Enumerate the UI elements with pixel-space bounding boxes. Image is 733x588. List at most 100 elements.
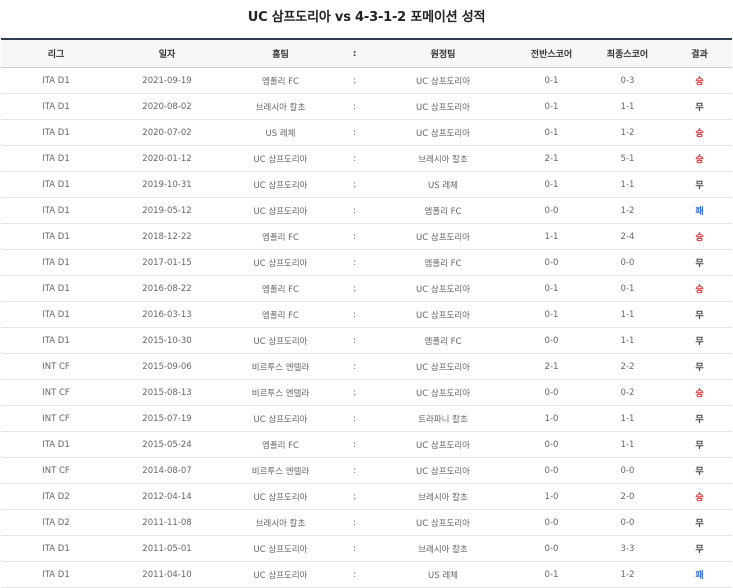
cell-away-team: 브레시아 칼초 xyxy=(371,483,515,510)
cell-half-score: 0-0 xyxy=(515,431,588,458)
cell-date: 2015-09-06 xyxy=(111,353,223,380)
header-result: 결과 xyxy=(667,39,732,68)
table-row: ITA D1 2011-05-01 UC 삼프도리아: 브레시아 칼초 0-0 3-3 무 xyxy=(1,535,732,562)
cell-home-team: 비르투스 엔텔라 xyxy=(223,457,338,484)
cell-result: 무 xyxy=(667,509,732,536)
table-header: 리그 일자 홈팀 : 원정팀 전반스코어 최종스코어 결과 xyxy=(1,39,732,68)
cell-league: ITA D1 xyxy=(1,119,111,146)
cell-result: 패 xyxy=(667,197,732,224)
cell-date: 2015-07-19 xyxy=(111,405,223,432)
table-row: ITA D1 2011-04-10 UC 삼프도리아: US 레체 0-1 1-2 패 xyxy=(1,561,732,588)
cell-date: 2011-05-01 xyxy=(111,535,223,562)
cell-home-team: UC 삼프도리아 xyxy=(223,171,338,198)
cell-league: ITA D1 xyxy=(1,535,111,562)
cell-separator: : xyxy=(338,457,371,484)
table-row: ITA D1 2020-08-02 브레시아 칼초: UC 삼프도리아 0-1 1-1 무 xyxy=(1,93,732,120)
table-row: ITA D1 2016-03-13 엠폴리 FC: UC 삼프도리아 0-1 1-1 무 xyxy=(1,301,732,328)
cell-date: 2016-08-22 xyxy=(111,275,223,302)
table-row: ITA D1 2016-08-22 엠폴리 FC: UC 삼프도리아 0-1 0-1 승 xyxy=(1,275,732,302)
table-row: ITA D1 2020-01-12 UC 삼프도리아: 브레시아 칼초 2-1 5-1 승 xyxy=(1,145,732,172)
cell-half-score: 0-0 xyxy=(515,249,588,276)
cell-final-score: 0-2 xyxy=(588,379,667,406)
cell-league: ITA D1 xyxy=(1,561,111,588)
cell-half-score: 0-1 xyxy=(515,67,588,94)
cell-away-team: UC 삼프도리아 xyxy=(371,119,515,146)
header-final-score: 최종스코어 xyxy=(588,39,667,68)
cell-separator: : xyxy=(338,171,371,198)
cell-result: 무 xyxy=(667,353,732,380)
cell-half-score: 1-0 xyxy=(515,483,588,510)
cell-league: ITA D2 xyxy=(1,483,111,510)
cell-away-team: UC 삼프도리아 xyxy=(371,301,515,328)
cell-final-score: 0-0 xyxy=(588,249,667,276)
cell-half-score: 0-0 xyxy=(515,535,588,562)
cell-date: 2011-04-10 xyxy=(111,561,223,588)
cell-result: 패 xyxy=(667,561,732,588)
table-row: ITA D1 2021-09-19 엠폴리 FC: UC 삼프도리아 0-1 0-3 승 xyxy=(1,67,732,94)
cell-league: ITA D1 xyxy=(1,67,111,94)
cell-away-team: US 레체 xyxy=(371,171,515,198)
results-table: 리그 일자 홈팀 : 원정팀 전반스코어 최종스코어 결과 ITA D1 2021… xyxy=(1,38,732,588)
cell-result: 무 xyxy=(667,93,732,120)
cell-separator: : xyxy=(338,483,371,510)
cell-result: 승 xyxy=(667,67,732,94)
cell-league: ITA D1 xyxy=(1,249,111,276)
cell-half-score: 0-1 xyxy=(515,93,588,120)
cell-home-team: 엠폴리 FC xyxy=(223,275,338,302)
cell-half-score: 0-0 xyxy=(515,509,588,536)
cell-date: 2015-10-30 xyxy=(111,327,223,354)
header-date: 일자 xyxy=(111,39,223,68)
table-row: ITA D1 2019-05-12 UC 삼프도리아: 엠폴리 FC 0-0 1-2 패 xyxy=(1,197,732,224)
cell-league: INT CF xyxy=(1,457,111,484)
cell-result: 무 xyxy=(667,535,732,562)
cell-result: 승 xyxy=(667,379,732,406)
header-away-team: 원정팀 xyxy=(371,39,515,68)
cell-league: ITA D1 xyxy=(1,171,111,198)
cell-away-team: 엠폴리 FC xyxy=(371,197,515,224)
cell-away-team: UC 삼프도리아 xyxy=(371,431,515,458)
page-title: UC 삼프도리아 vs 4-3-1-2 포메이션 성적 xyxy=(247,10,486,25)
cell-date: 2019-05-12 xyxy=(111,197,223,224)
cell-final-score: 0-0 xyxy=(588,509,667,536)
cell-home-team: 엠폴리 FC xyxy=(223,431,338,458)
cell-home-team: 비르투스 엔텔라 xyxy=(223,353,338,380)
cell-home-team: UC 삼프도리아 xyxy=(223,535,338,562)
cell-separator: : xyxy=(338,275,371,302)
cell-league: ITA D1 xyxy=(1,93,111,120)
cell-half-score: 0-0 xyxy=(515,457,588,484)
cell-date: 2018-12-22 xyxy=(111,223,223,250)
cell-home-team: UC 삼프도리아 xyxy=(223,483,338,510)
cell-home-team: UC 삼프도리아 xyxy=(223,561,338,588)
cell-half-score: 0-0 xyxy=(515,327,588,354)
cell-final-score: 1-2 xyxy=(588,561,667,588)
cell-final-score: 2-0 xyxy=(588,483,667,510)
cell-home-team: 엠폴리 FC xyxy=(223,223,338,250)
cell-away-team: 엠폴리 FC xyxy=(371,327,515,354)
cell-away-team: UC 삼프도리아 xyxy=(371,457,515,484)
cell-result: 무 xyxy=(667,249,732,276)
cell-date: 2015-08-13 xyxy=(111,379,223,406)
cell-league: ITA D1 xyxy=(1,145,111,172)
cell-date: 2020-07-02 xyxy=(111,119,223,146)
cell-date: 2021-09-19 xyxy=(111,67,223,94)
cell-away-team: UC 삼프도리아 xyxy=(371,275,515,302)
cell-date: 2019-10-31 xyxy=(111,171,223,198)
table-row: INT CF 2015-09-06 비르투스 엔텔라: UC 삼프도리아 2-1 2-2 무 xyxy=(1,353,732,380)
cell-separator: : xyxy=(338,561,371,588)
header-home-team: 홈팀 xyxy=(223,39,338,68)
table-row: ITA D1 2019-10-31 UC 삼프도리아: US 레체 0-1 1-1 무 xyxy=(1,171,732,198)
cell-home-team: UC 삼프도리아 xyxy=(223,197,338,224)
table-row: ITA D1 2020-07-02 US 레체: UC 삼프도리아 0-1 1-2 승 xyxy=(1,119,732,146)
table-row: ITA D1 2018-12-22 엠폴리 FC: UC 삼프도리아 1-1 2-4 승 xyxy=(1,223,732,250)
cell-separator: : xyxy=(338,353,371,380)
cell-result: 승 xyxy=(667,223,732,250)
cell-home-team: UC 삼프도리아 xyxy=(223,145,338,172)
table-row: ITA D1 2015-05-24 엠폴리 FC: UC 삼프도리아 0-0 1-1 무 xyxy=(1,431,732,458)
cell-away-team: UC 삼프도리아 xyxy=(371,509,515,536)
cell-final-score: 1-2 xyxy=(588,119,667,146)
cell-away-team: UC 삼프도리아 xyxy=(371,353,515,380)
cell-home-team: 브레시아 칼초 xyxy=(223,509,338,536)
cell-league: INT CF xyxy=(1,405,111,432)
cell-separator: : xyxy=(338,145,371,172)
cell-final-score: 0-0 xyxy=(588,457,667,484)
